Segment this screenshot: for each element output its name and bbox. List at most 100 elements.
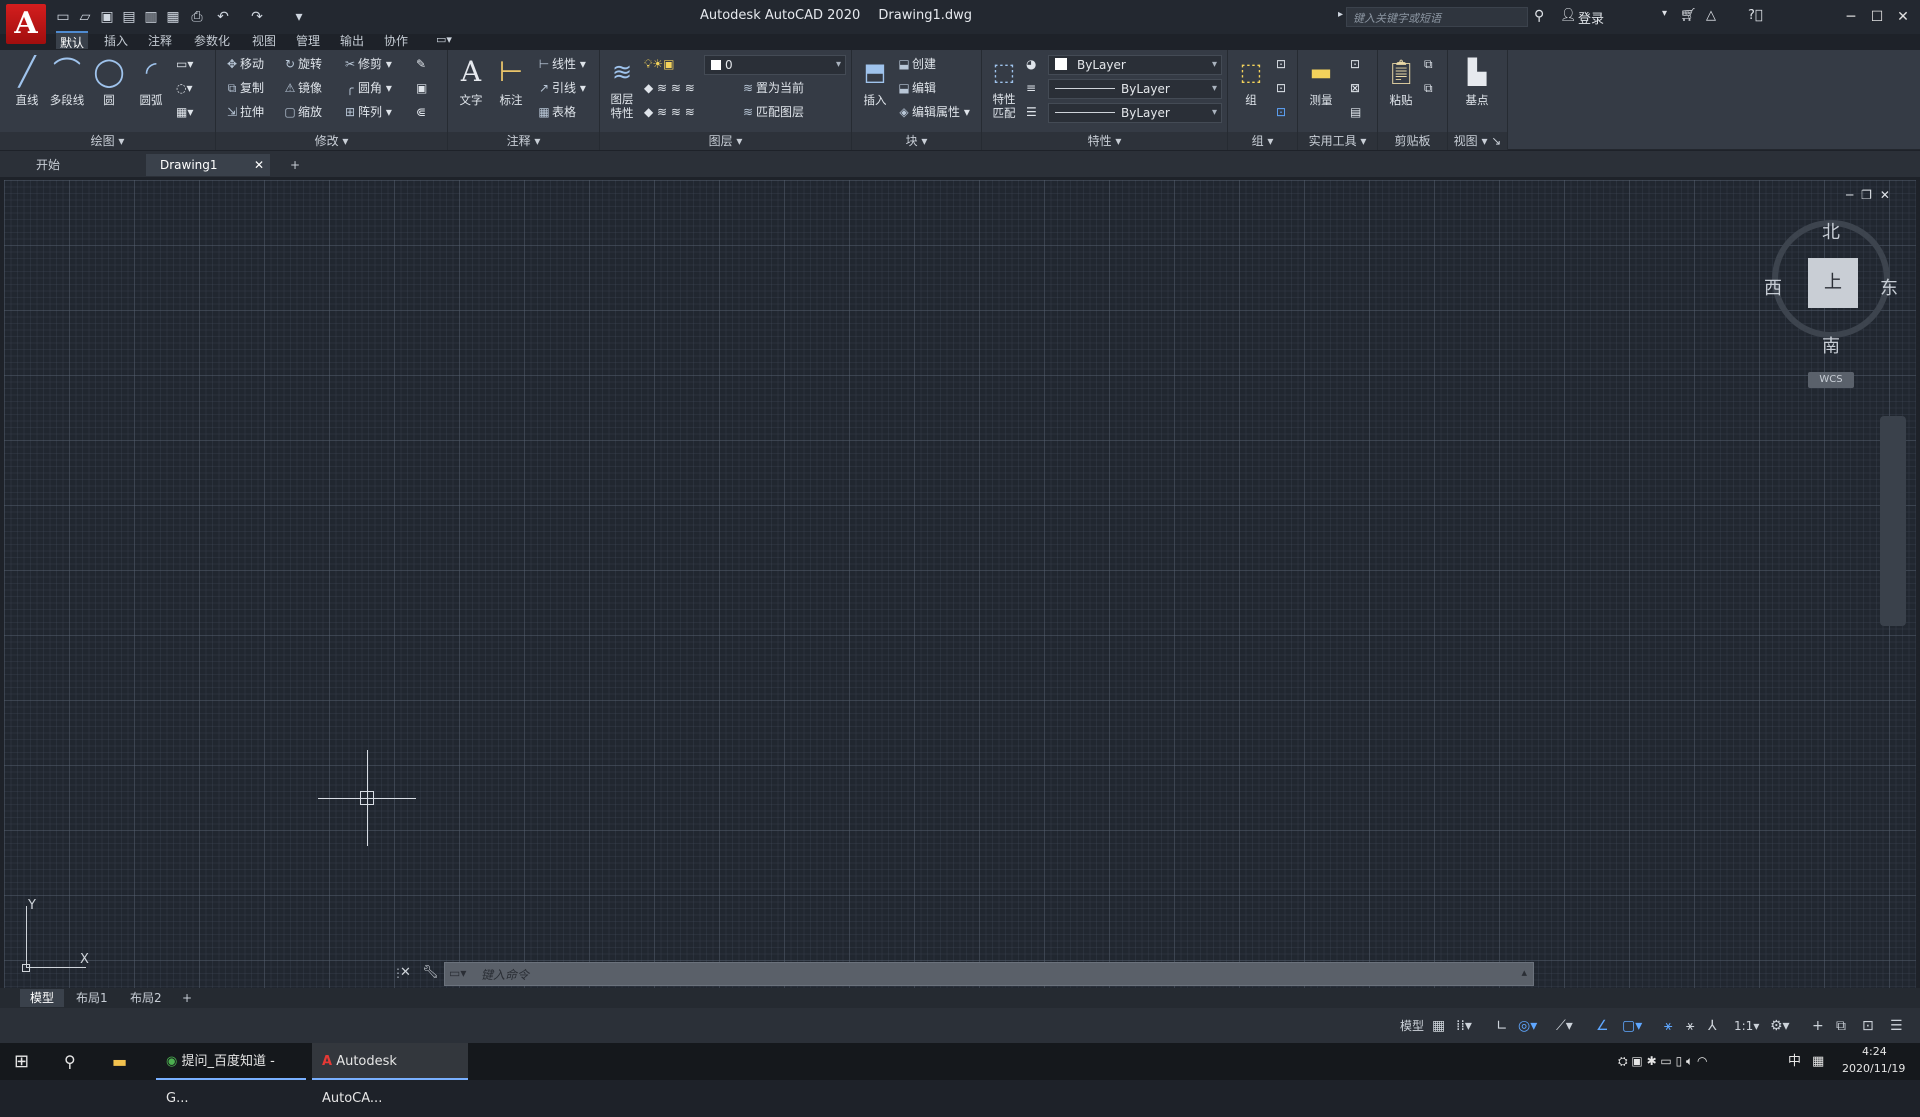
- wcs-menu[interactable]: WCS: [1808, 372, 1854, 388]
- help-icon[interactable]: ?⃝: [1748, 8, 1763, 23]
- modify-panel-title[interactable]: 修改 ▾: [216, 132, 447, 150]
- match-properties-button[interactable]: ⬚ 特性 匹配: [986, 54, 1022, 120]
- command-customize-icon[interactable]: 🔧︎: [422, 965, 439, 980]
- tab-model[interactable]: 模型: [20, 989, 65, 1007]
- save-as-icon[interactable]: ▤: [120, 8, 138, 26]
- open-icon[interactable]: ▱: [76, 8, 94, 26]
- block-panel-title[interactable]: 块 ▾: [852, 132, 981, 150]
- select-all-icon[interactable]: ⊠: [1350, 78, 1360, 98]
- make-current-button[interactable]: ≋ 置为当前: [740, 78, 804, 98]
- measure-button[interactable]: ▬ 测量: [1302, 54, 1340, 108]
- layer-dropdown[interactable]: 0: [704, 55, 846, 75]
- draw-panel-title[interactable]: 绘图 ▾: [0, 132, 215, 150]
- object-snap-tracking-icon[interactable]: ∠: [1596, 1017, 1609, 1035]
- navigation-bar[interactable]: [1880, 416, 1906, 626]
- new-layout-button[interactable]: +: [172, 989, 202, 1007]
- color-dropdown[interactable]: ByLayer: [1048, 55, 1222, 75]
- command-close-icon[interactable]: ✕: [400, 965, 411, 980]
- isodraft-icon[interactable]: ⟋▾: [1556, 1017, 1573, 1035]
- customization-menu-icon[interactable]: ☰: [1890, 1017, 1903, 1035]
- copy-clip-icon[interactable]: ⧉: [1424, 54, 1433, 74]
- move-button[interactable]: ✥ 移动: [224, 54, 264, 74]
- line-button[interactable]: ╱ 直线: [8, 54, 46, 108]
- arc-button[interactable]: ◜ 圆弧: [132, 54, 170, 108]
- tab-annotate[interactable]: 注释: [144, 31, 176, 49]
- tab-drawing1[interactable]: Drawing1 ✕: [146, 154, 270, 176]
- binoculars-icon[interactable]: ⚲: [1534, 8, 1544, 24]
- linear-button[interactable]: ⊢ 线性 ▾: [536, 54, 586, 74]
- signin-dropdown-icon[interactable]: ▾: [1662, 8, 1667, 19]
- undo-icon[interactable]: ↶: [214, 8, 232, 26]
- layer-properties-button[interactable]: ≋ 图层 特性: [604, 54, 640, 120]
- new-tab-button[interactable]: +: [276, 154, 314, 176]
- group-button[interactable]: ⬚ 组: [1232, 54, 1270, 108]
- grid-icon[interactable]: ▦: [1432, 1017, 1445, 1035]
- command-history-icon[interactable]: ▴: [1521, 966, 1527, 979]
- dimension-button[interactable]: ⊢ 标注: [492, 54, 530, 108]
- command-input[interactable]: 键入命令: [481, 966, 529, 983]
- edit-block-button[interactable]: ⬓ 编辑: [896, 78, 936, 98]
- web-mobile-open-icon[interactable]: ▥: [142, 8, 160, 26]
- viewcube-top-face[interactable]: 上: [1808, 258, 1858, 308]
- linetype-dropdown[interactable]: ByLayer: [1048, 103, 1222, 123]
- match-layer-button[interactable]: ≋ 匹配图层: [740, 102, 804, 122]
- explode-icon[interactable]: ▣: [416, 78, 427, 98]
- auto-scale-icon[interactable]: ⚹: [1686, 1017, 1694, 1035]
- circle-button[interactable]: ◯ 圆: [90, 54, 128, 108]
- table-draw-icon[interactable]: ▦▾: [176, 102, 193, 122]
- cut-icon[interactable]: ⧉: [1424, 78, 1433, 98]
- ribbon-options-icon[interactable]: ▭▾: [436, 33, 452, 46]
- viewcube-east[interactable]: 东: [1880, 274, 1898, 300]
- layers-panel-title[interactable]: 图层 ▾: [600, 132, 851, 150]
- tab-parametric[interactable]: 参数化: [190, 31, 234, 49]
- hatch-icon[interactable]: ◌▾: [176, 78, 193, 98]
- taskbar-chrome[interactable]: ◉ 提问_百度知道 - G...: [156, 1043, 306, 1106]
- stretch-button[interactable]: ⇲ 拉伸: [224, 102, 264, 122]
- customize-qat-icon[interactable]: ▾: [290, 8, 308, 26]
- new-icon[interactable]: ▭: [54, 8, 72, 26]
- ime-mode-icon[interactable]: ▦: [1812, 1043, 1824, 1080]
- offset-icon[interactable]: ⋐: [416, 102, 426, 122]
- array-button[interactable]: ⊞ 阵列 ▾: [342, 102, 392, 122]
- paste-button[interactable]: 📋︎ 粘贴: [1382, 54, 1420, 108]
- utilities-panel-title[interactable]: 实用工具 ▾: [1298, 132, 1377, 150]
- base-view-button[interactable]: ▙ 基点: [1458, 54, 1496, 108]
- viewport-controls[interactable]: ─❐✕: [1846, 188, 1898, 202]
- clock-date[interactable]: 2020/11/19: [1842, 1062, 1905, 1075]
- leader-button[interactable]: ↗ 引线 ▾: [536, 78, 586, 98]
- calculator-icon[interactable]: ▤: [1350, 102, 1361, 122]
- search-icon[interactable]: ⚲: [64, 1043, 76, 1080]
- quick-select-icon[interactable]: ⊡: [1350, 54, 1360, 74]
- clock-time[interactable]: 4:24: [1862, 1045, 1887, 1058]
- copy-button[interactable]: ⧉ 复制: [224, 78, 264, 98]
- recent-commands-icon[interactable]: ▭▾: [449, 966, 466, 980]
- polyline-button[interactable]: ⌒ 多段线: [48, 54, 86, 108]
- ungroup-icon[interactable]: ⊡: [1276, 54, 1286, 74]
- polar-tracking-icon[interactable]: ◎▾: [1518, 1017, 1537, 1035]
- view-panel-title[interactable]: 视图 ▾ ↘: [1448, 132, 1507, 150]
- annotation-panel-title[interactable]: 注释 ▾: [448, 132, 599, 150]
- properties-panel-title[interactable]: 特性 ▾: [982, 132, 1227, 150]
- tab-view[interactable]: 视图: [248, 31, 280, 49]
- snap-icon[interactable]: ⁞⁞▾: [1456, 1017, 1472, 1035]
- close-tab-icon[interactable]: ✕: [254, 154, 264, 176]
- redo-icon[interactable]: ↷: [248, 8, 266, 26]
- layer-tools-row1[interactable]: ◆ ≋ ≋ ≋: [644, 78, 695, 98]
- tab-output[interactable]: 输出: [336, 31, 368, 49]
- tab-manage[interactable]: 管理: [292, 31, 324, 49]
- viewcube-west[interactable]: 西: [1764, 274, 1782, 300]
- application-menu-button[interactable]: A: [6, 4, 46, 44]
- model-space-toggle[interactable]: 模型: [1400, 1017, 1424, 1035]
- fillet-button[interactable]: ╭ 圆角 ▾: [342, 78, 391, 98]
- close-button[interactable]: ✕: [1888, 4, 1918, 30]
- ortho-icon[interactable]: ∟: [1496, 1017, 1508, 1035]
- web-mobile-save-icon[interactable]: ▦: [164, 8, 182, 26]
- tab-start[interactable]: 开始: [22, 154, 74, 176]
- drawing-canvas[interactable]: ─❐✕: [4, 180, 1916, 988]
- workspace-gear-icon[interactable]: ⚙▾: [1770, 1017, 1790, 1035]
- save-icon[interactable]: ▣: [98, 8, 116, 26]
- clean-screen-icon[interactable]: ⊡: [1862, 1017, 1874, 1035]
- isolate-objects-icon[interactable]: ⧉: [1836, 1017, 1846, 1035]
- tab-layout2[interactable]: 布局2: [120, 989, 172, 1007]
- edit-attributes-button[interactable]: ◈ 编辑属性 ▾: [896, 102, 969, 122]
